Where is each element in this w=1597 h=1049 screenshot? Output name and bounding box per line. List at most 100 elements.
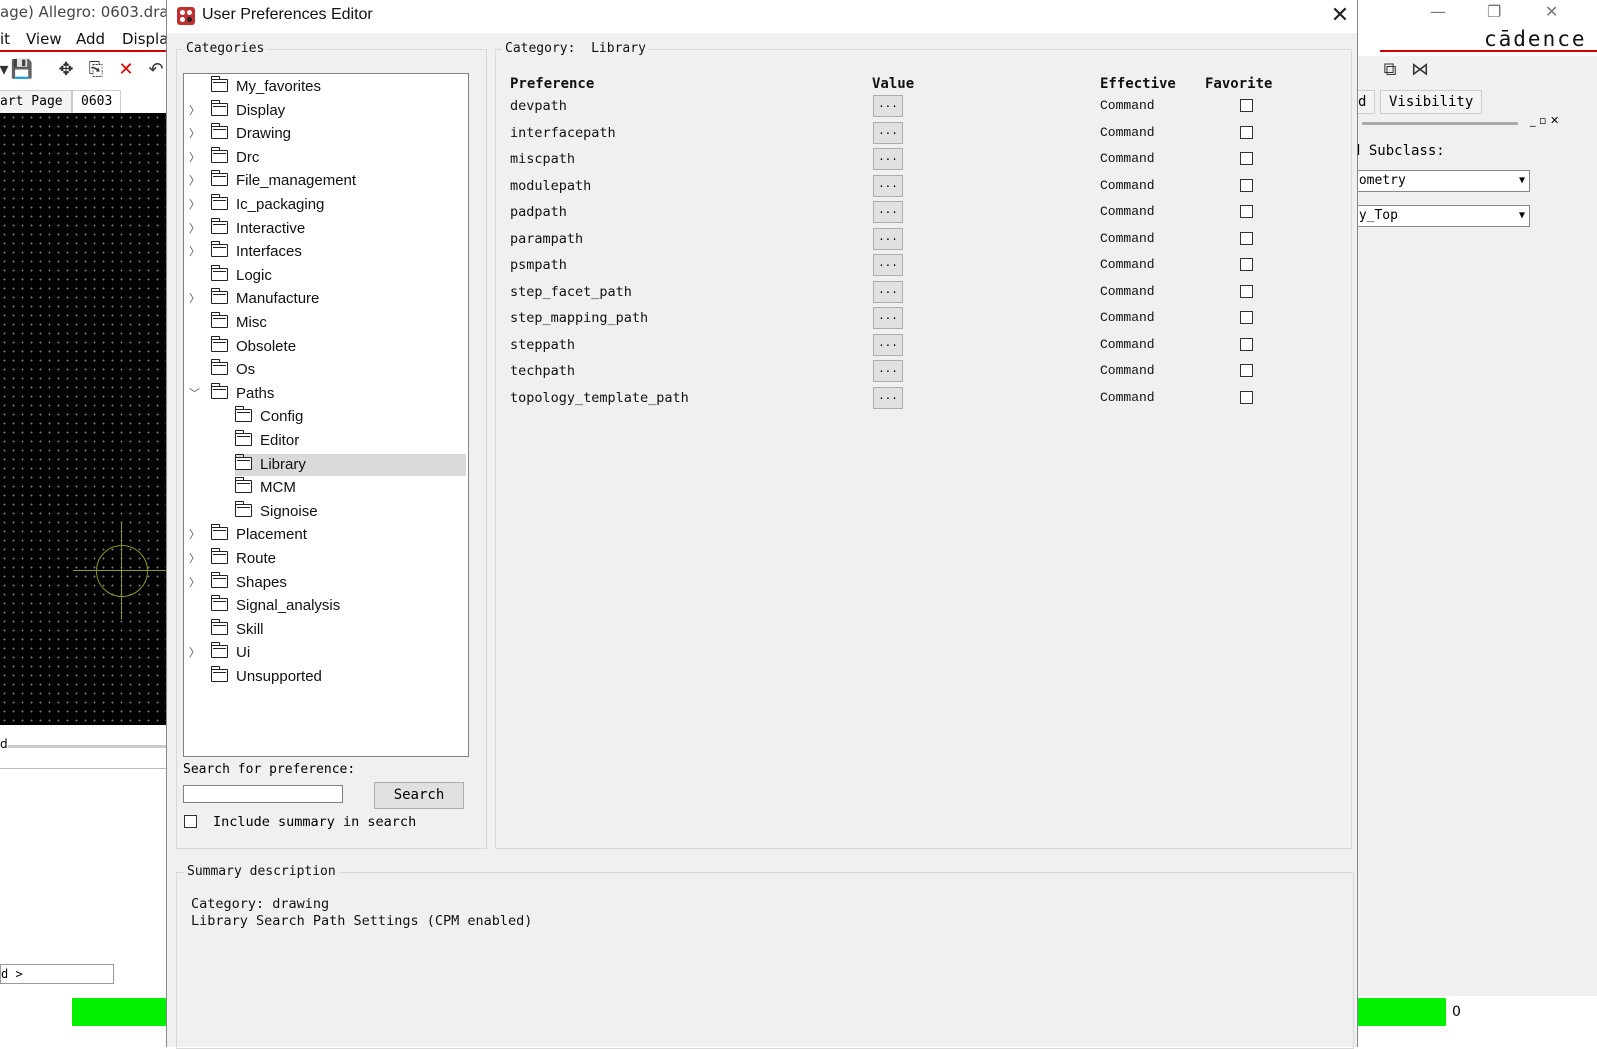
background-window-title: age) Allegro: 0603.dra — [0, 3, 169, 21]
include-summary-checkbox[interactable] — [184, 815, 197, 828]
search-label: Search for preference: — [183, 762, 356, 777]
include-summary-label: Include summary in search — [213, 814, 417, 830]
tab-start-page[interactable]: art Page — [0, 90, 72, 114]
value-browse-button[interactable]: ... — [873, 227, 903, 250]
tree-item-placement[interactable]: 〉 Placement — [189, 524, 466, 546]
favorite-checkbox[interactable] — [1240, 205, 1253, 218]
effective-value: Command — [1100, 98, 1155, 113]
favorite-checkbox[interactable] — [1240, 99, 1253, 112]
chevron-right-icon[interactable]: 〉 — [189, 572, 203, 594]
move-icon[interactable]: ✥ — [54, 58, 78, 82]
restore-icon[interactable]: ❐ — [1487, 2, 1501, 21]
chevron-right-icon[interactable]: 〉 — [189, 524, 203, 546]
value-browse-button[interactable]: ... — [873, 121, 903, 144]
minimize-icon[interactable]: — — [1430, 2, 1446, 21]
cadence-logo: cādence — [1484, 27, 1587, 51]
tree-item-shapes[interactable]: 〉 Shapes — [189, 571, 466, 594]
chevron-right-icon[interactable]: 〉 — [189, 548, 203, 570]
tree-item-signoise[interactable]: Signoise — [235, 500, 466, 523]
tree-item-label: Library — [260, 455, 306, 473]
command-prompt[interactable]: d > — [0, 964, 114, 984]
tree-item-route[interactable]: 〉 Route — [189, 548, 466, 570]
favorite-checkbox[interactable] — [1240, 311, 1253, 324]
search-input[interactable] — [183, 785, 343, 803]
value-browse-button[interactable]: ... — [873, 148, 903, 170]
save-icon[interactable]: 💾 — [10, 58, 34, 82]
preference-row: techpath... Command — [167, 358, 1253, 384]
chevron-right-icon[interactable]: 〉 — [189, 642, 203, 664]
favorite-checkbox[interactable] — [1240, 125, 1253, 139]
value-browse-button[interactable]: ... — [873, 95, 903, 117]
summary-description: Library Search Path Settings (CPM enable… — [191, 913, 533, 929]
favorite-checkbox[interactable] — [1240, 231, 1253, 245]
favorite-checkbox[interactable] — [1240, 178, 1253, 192]
menu-edit[interactable]: it — [0, 30, 10, 48]
horizontal-scrollbar[interactable] — [8, 745, 168, 748]
categories-label: Categories — [183, 41, 268, 56]
window-close-icon[interactable]: ✕ — [1545, 2, 1558, 21]
status-value: 0 — [1452, 1004, 1461, 1020]
value-browse-button[interactable]: ... — [873, 254, 903, 276]
summary-group — [176, 872, 1354, 1049]
tree-item-unsupported[interactable]: Unsupported — [211, 666, 466, 688]
favorite-checkbox[interactable] — [1240, 390, 1253, 404]
copy-icon[interactable]: ⎘ — [84, 58, 108, 82]
preference-row: steppath... Command — [167, 332, 1253, 358]
tree-item-signal_analysis[interactable]: Signal_analysis — [211, 595, 466, 617]
preference-name: step_facet_path — [510, 283, 632, 300]
effective-value: Command — [1100, 257, 1155, 272]
folder-icon — [235, 477, 252, 494]
tab-visibility[interactable]: Visibility — [1380, 90, 1483, 114]
menu-display[interactable]: Displa — [122, 30, 168, 48]
preference-name: padpath — [510, 204, 567, 220]
subclass-select[interactable]: ly_Top ▼ — [1350, 205, 1530, 227]
folder-icon — [211, 666, 228, 682]
folder-icon — [235, 430, 252, 446]
class-select[interactable]: eometry ▼ — [1350, 170, 1530, 192]
effective-value: Command — [1100, 204, 1155, 219]
search-button[interactable]: Search — [374, 782, 464, 809]
panel-icon[interactable]: ⧉ — [1378, 58, 1402, 82]
folder-icon — [211, 548, 228, 564]
folder-icon — [211, 524, 228, 541]
tree-item-skill[interactable]: Skill — [211, 618, 466, 641]
favorite-checkbox[interactable] — [1240, 152, 1253, 165]
preference-name: steppath — [510, 336, 576, 353]
bowtie-icon[interactable]: ⋈ — [1408, 58, 1432, 82]
close-icon[interactable]: ✕ — [1325, 2, 1355, 30]
value-browse-button[interactable]: ... — [873, 280, 903, 303]
value-browse-button[interactable]: ... — [873, 174, 903, 197]
menu-add[interactable]: Add — [76, 30, 105, 48]
effective-value: Command — [1100, 151, 1155, 166]
value-browse-button[interactable]: ... — [873, 307, 903, 329]
tree-item-label: MCM — [260, 479, 296, 497]
preference-name: devpath — [510, 98, 567, 114]
favorite-checkbox[interactable] — [1240, 364, 1253, 377]
tree-item-label: Route — [236, 550, 277, 567]
folder-icon — [211, 76, 228, 92]
delete-icon[interactable]: ✕ — [114, 58, 138, 82]
favorite-checkbox[interactable] — [1240, 258, 1253, 271]
value-browse-button[interactable]: ... — [873, 360, 903, 382]
tree-item-library[interactable]: Library — [235, 453, 466, 476]
menu-view[interactable]: View — [26, 30, 62, 48]
effective-value: Command — [1100, 230, 1155, 246]
value-browse-button[interactable]: ... — [873, 386, 903, 409]
design-canvas[interactable] — [0, 113, 170, 725]
preference-row: step_facet_path... Command — [167, 279, 1253, 305]
favorite-checkbox[interactable] — [1240, 337, 1253, 351]
preference-name: modulepath — [510, 177, 592, 194]
value-browse-button[interactable]: ... — [873, 201, 903, 223]
favorite-checkbox[interactable] — [1240, 284, 1253, 298]
preference-row: interfacepath... Command — [167, 120, 1253, 146]
effective-value: Command — [1100, 310, 1155, 325]
scroll-label: d — [0, 737, 8, 751]
panel-divider — [1362, 122, 1518, 125]
value-browse-button[interactable]: ... — [873, 333, 903, 356]
undo-icon[interactable]: ↶ — [144, 58, 168, 82]
panel-float-icon[interactable]: _ ▫ ✕ — [1530, 114, 1559, 127]
tree-item-ui[interactable]: 〉 Ui — [189, 642, 466, 664]
tree-item-editor[interactable]: Editor — [235, 430, 466, 452]
tree-item-mcm[interactable]: MCM — [235, 477, 466, 499]
tab-0603[interactable]: 0603 — [72, 90, 122, 114]
